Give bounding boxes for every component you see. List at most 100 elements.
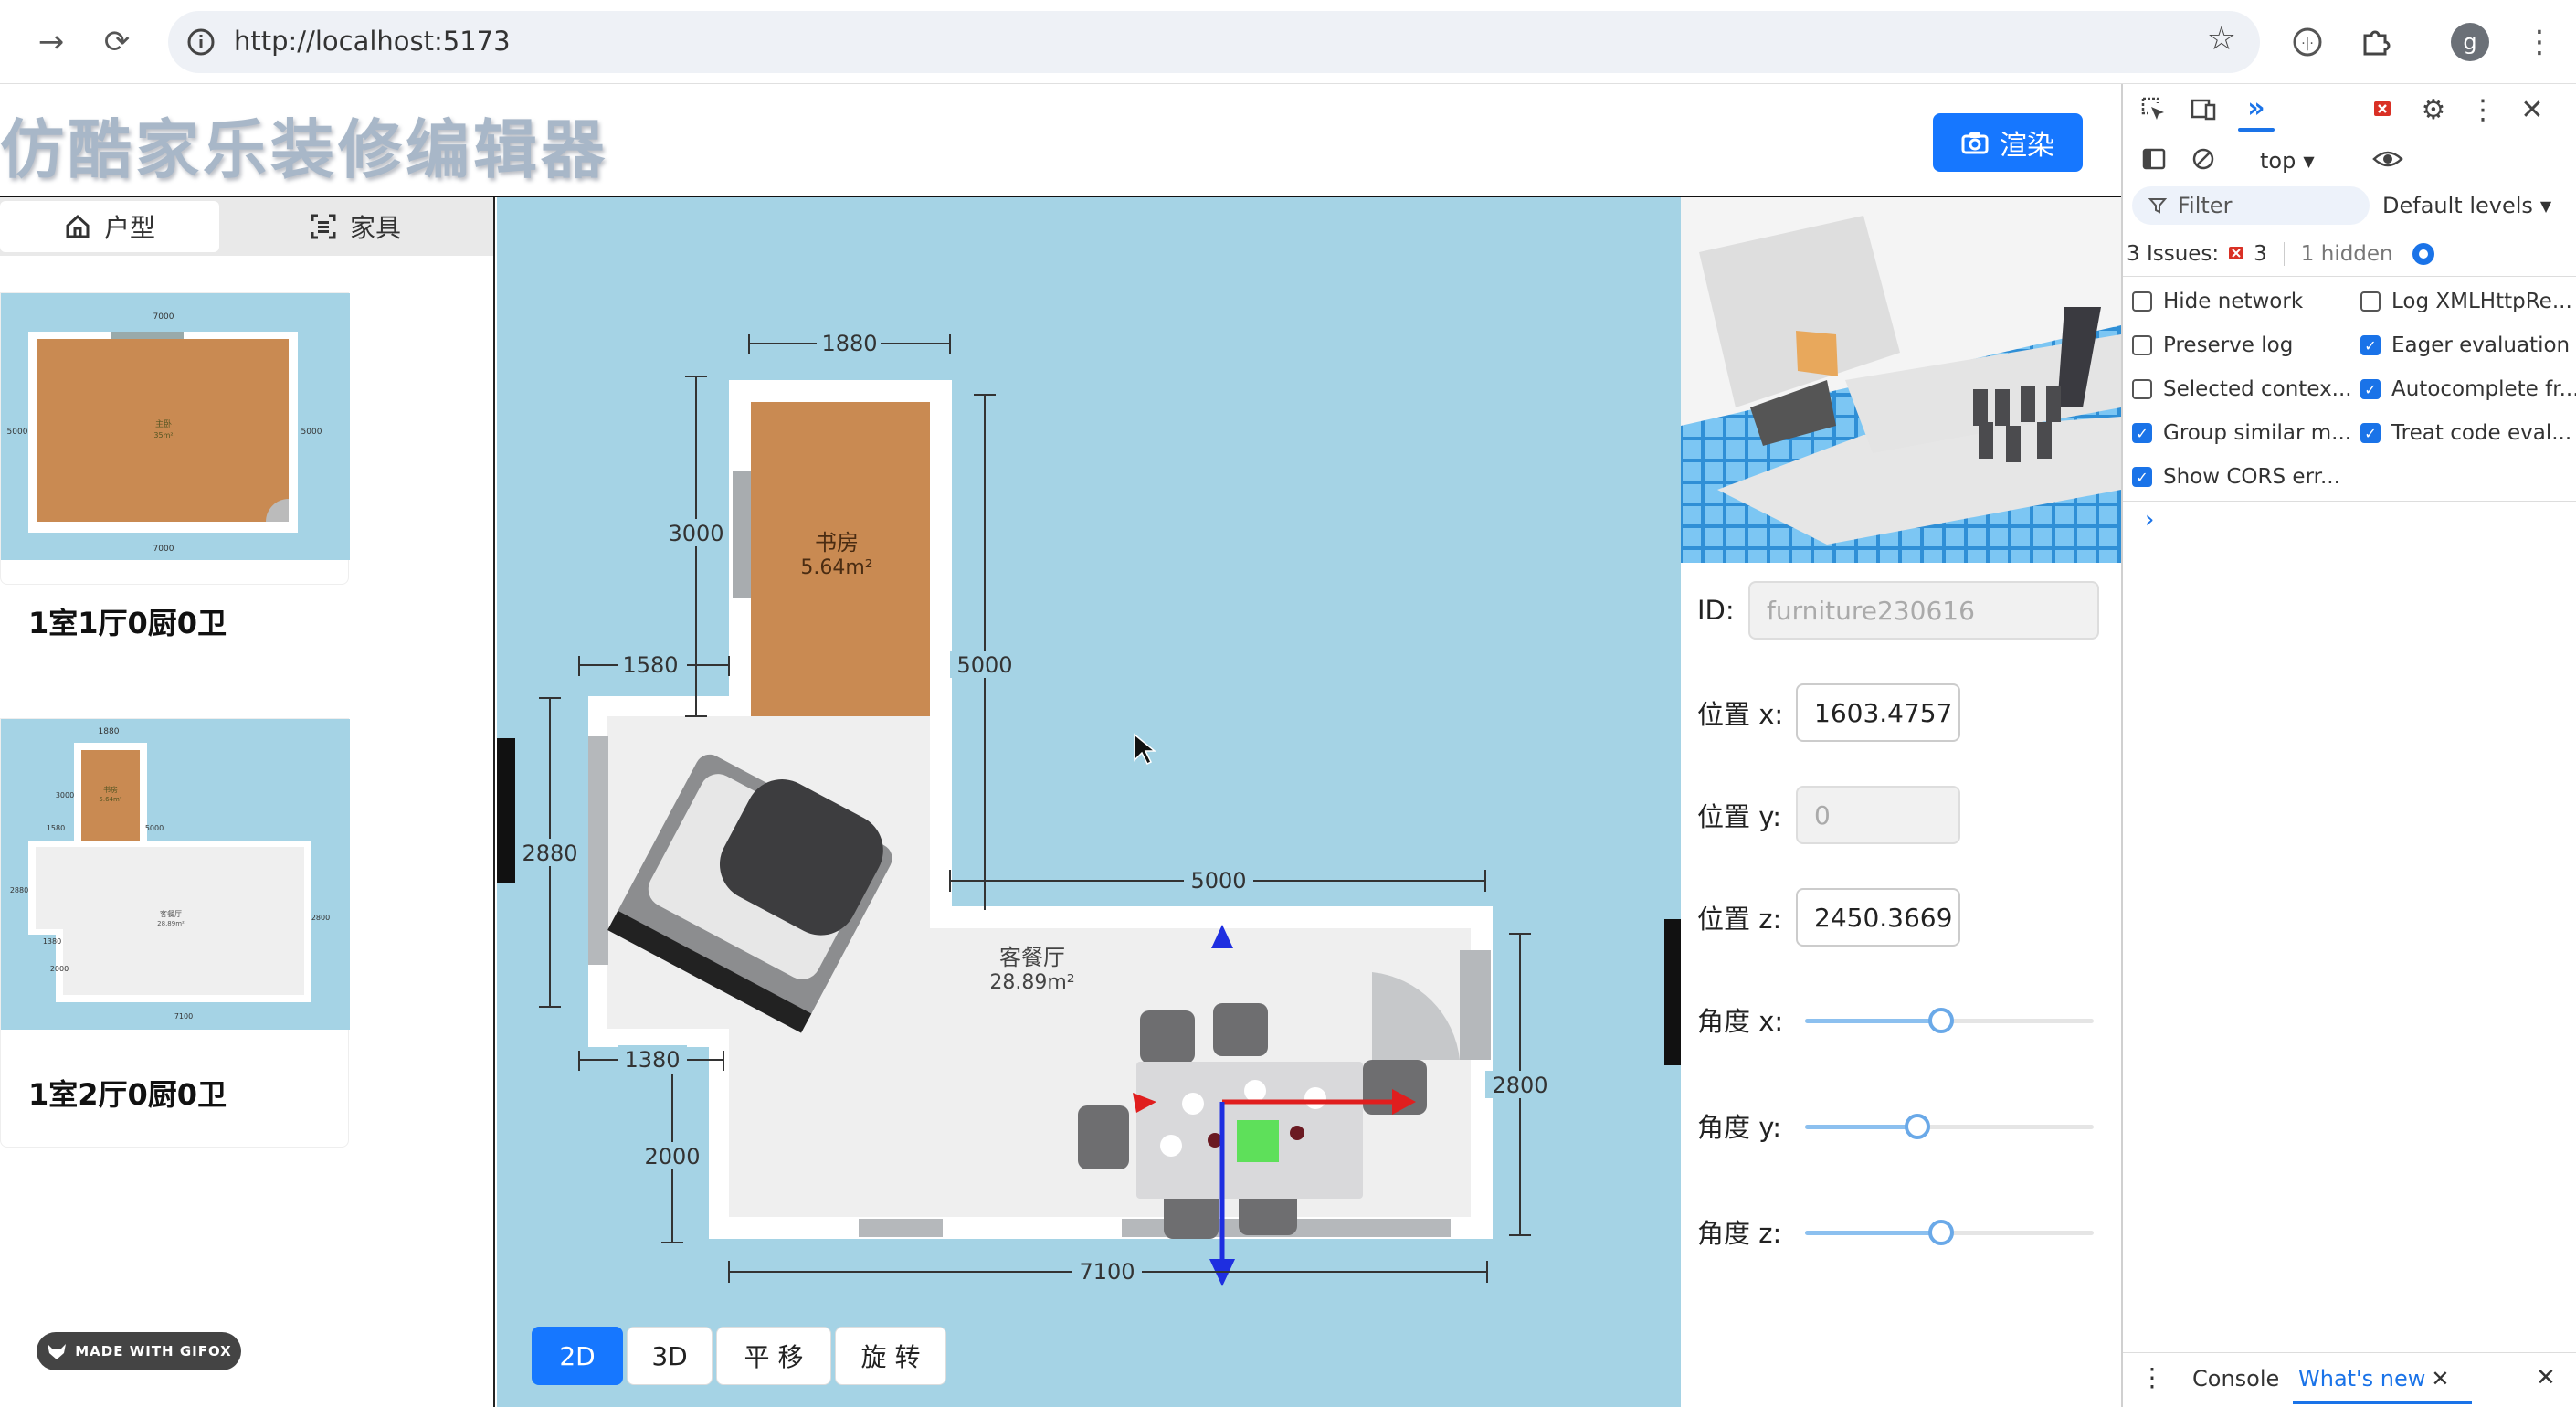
clear-console-icon[interactable]	[2185, 141, 2222, 177]
dim-bottom-width: 7100	[1079, 1259, 1135, 1285]
mode-pan-button[interactable]: 平 移	[716, 1327, 831, 1385]
issues-bar[interactable]: 3 Issues: 3 1 hidden	[2127, 236, 2437, 272]
settings-gear-icon[interactable]: ⚙	[2415, 91, 2452, 128]
angle-x-slider[interactable]	[1805, 1007, 2094, 1034]
prop-pos-x-input[interactable]: 1603.4757	[1796, 683, 1960, 742]
tab-console[interactable]: Console	[2192, 1366, 2279, 1391]
thumb2-area-living: 28.89m²	[157, 920, 185, 927]
check-label: Eager evaluation	[2391, 333, 2571, 357]
dim-study-width: 1880	[821, 331, 877, 356]
url-text: http://localhost:5173	[234, 26, 511, 57]
check-show-cors[interactable]: ✓ Show CORS err...	[2132, 459, 2340, 495]
drawer-menu-icon[interactable]: ⋮	[2139, 1362, 2165, 1392]
check-log-xhr[interactable]: Log XMLHttpRe...	[2360, 283, 2572, 320]
mode-2d-button[interactable]: 2D	[532, 1327, 623, 1385]
more-panels-icon[interactable]: »	[2238, 90, 2275, 126]
console-filter-input[interactable]: Filter	[2132, 186, 2370, 225]
checkbox-checked[interactable]: ✓	[2360, 379, 2381, 399]
devtools-drawer-tabs: ⋮ Console What's new ✕ ✕	[2123, 1352, 2576, 1407]
thumb2-dim-right: 2800	[311, 914, 330, 922]
live-expression-eye-icon[interactable]	[2370, 141, 2406, 177]
error-badge-icon[interactable]	[2364, 91, 2401, 128]
plan-card-1[interactable]: 7000 7000 5000 5000 主卧 35m² 1室1厅0厨0卫	[0, 292, 350, 640]
prop-pos-y-row: 位置 y: 0	[1697, 786, 1960, 844]
angle-z-slider[interactable]	[1805, 1219, 2094, 1246]
thumb2-room-living: 客餐厅	[160, 909, 182, 918]
angle-x-slider-handle[interactable]	[1928, 1008, 1954, 1033]
thumb1-area: 35m²	[153, 431, 173, 439]
check-preserve-log[interactable]: Preserve log	[2132, 327, 2293, 364]
checkbox[interactable]	[2360, 291, 2381, 312]
checkbox[interactable]	[2132, 291, 2152, 312]
checkbox[interactable]	[2132, 379, 2152, 399]
angle-y-slider[interactable]	[1805, 1113, 2094, 1140]
prop-id-input[interactable]: furniture230616	[1748, 581, 2099, 640]
mode-3d-button[interactable]: 3D	[627, 1327, 713, 1385]
prop-id-row: ID: furniture230616	[1697, 581, 2099, 640]
check-group-similar[interactable]: ✓ Group similar m...	[2132, 415, 2351, 451]
check-hide-network[interactable]: Hide network	[2132, 283, 2303, 320]
tab-floorplan-label: 户型	[103, 213, 155, 243]
sidebar-toggle-icon[interactable]	[2136, 141, 2172, 177]
check-selected-context[interactable]: Selected contex...	[2132, 371, 2352, 407]
checkbox-checked[interactable]: ✓	[2132, 423, 2152, 443]
angle-z-slider-handle[interactable]	[1928, 1220, 1954, 1245]
props-resize-handle[interactable]	[1664, 919, 1681, 1065]
prop-pos-y-input[interactable]: 0	[1796, 786, 1960, 844]
check-eager-evaluation[interactable]: ✓ Eager evaluation	[2360, 327, 2570, 364]
address-bar[interactable]: http://localhost:5173 ☆	[168, 11, 2260, 73]
site-info-icon[interactable]	[181, 22, 221, 62]
plan-thumbnail-1: 7000 7000 5000 5000 主卧 35m²	[1, 293, 350, 560]
issues-settings-gear-icon[interactable]	[2410, 240, 2437, 268]
floorplan-canvas[interactable]: 书房 5.64m² 客餐厅 28.89m² 1880 3000 5000 158…	[497, 197, 1681, 1407]
issue-error-icon	[2229, 247, 2244, 259]
thumb2-dim-total: 5000	[145, 824, 164, 832]
mode-rotate-button[interactable]: 旋 转	[835, 1327, 946, 1385]
prop-pos-z-input[interactable]: 2450.3669	[1796, 888, 1960, 947]
log-levels-dropdown[interactable]: Default levels ▼	[2382, 186, 2551, 225]
check-autocomplete[interactable]: ✓ Autocomplete fr...	[2360, 371, 2576, 407]
prop-pos-y-label: 位置 y:	[1697, 801, 1782, 832]
angle-y-slider-handle[interactable]	[1905, 1114, 1930, 1139]
checkbox-checked[interactable]: ✓	[2360, 423, 2381, 443]
close-devtools-icon[interactable]: ✕	[2514, 91, 2550, 128]
thumb2-dim-offset: 1580	[47, 824, 65, 832]
prop-pos-z-label: 位置 z:	[1697, 904, 1782, 935]
prop-pos-x-row: 位置 x: 1603.4757	[1697, 683, 1960, 742]
plan-card-2[interactable]: 1880 3000 1580 5000 2880 1380 2000 2800 …	[0, 718, 350, 1148]
filter-funnel-icon	[2148, 198, 2167, 214]
close-drawer-icon[interactable]: ✕	[2536, 1364, 2556, 1391]
checkbox-checked[interactable]: ✓	[2360, 335, 2381, 355]
camera-icon	[1961, 132, 1989, 154]
filter-placeholder: Filter	[2178, 193, 2233, 218]
close-tab-icon[interactable]: ✕	[2431, 1366, 2449, 1391]
extensions-puzzle-icon[interactable]	[2349, 16, 2401, 68]
browser-menu-icon[interactable]: ⋮	[2514, 16, 2565, 68]
console-prompt-chevron-icon[interactable]: ›	[2145, 506, 2154, 534]
tab-furniture[interactable]: 家具	[223, 201, 488, 252]
inspect-element-icon[interactable]	[2136, 91, 2172, 128]
devtools-menu-icon[interactable]: ⋮	[2465, 91, 2501, 128]
profile-avatar[interactable]: g	[2444, 16, 2496, 68]
check-treat-code-eval[interactable]: ✓ Treat code eval...	[2360, 415, 2571, 451]
device-toolbar-icon[interactable]	[2185, 91, 2222, 128]
tab-whats-new[interactable]: What's new ✕	[2298, 1366, 2450, 1391]
thumb2-dim-study: 3000	[56, 791, 74, 799]
checkbox[interactable]	[2132, 335, 2152, 355]
extension-status-icon[interactable]: ·|·	[2282, 16, 2333, 68]
home-icon	[66, 214, 90, 238]
room-area-study: 5.64m²	[800, 556, 872, 579]
tab-floorplan[interactable]: 户型	[0, 201, 219, 252]
forward-icon[interactable]: →	[26, 16, 77, 68]
hidden-issues: 1 hidden	[2300, 242, 2393, 266]
svg-text:·|·: ·|·	[2301, 37, 2314, 51]
checkbox-checked[interactable]: ✓	[2132, 467, 2152, 487]
render-button[interactable]: 渲染	[1933, 113, 2083, 172]
browser-toolbar: → ⟳ http://localhost:5173 ☆ ·|· g ⋮	[0, 0, 2576, 84]
3d-preview[interactable]	[1681, 197, 2121, 563]
reload-icon[interactable]: ⟳	[91, 16, 143, 68]
bookmark-star-icon[interactable]: ☆	[2207, 20, 2236, 58]
scan-icon	[311, 214, 336, 239]
canvas-resize-handle[interactable]	[497, 738, 515, 883]
context-selector[interactable]: top ▼	[2260, 143, 2315, 179]
